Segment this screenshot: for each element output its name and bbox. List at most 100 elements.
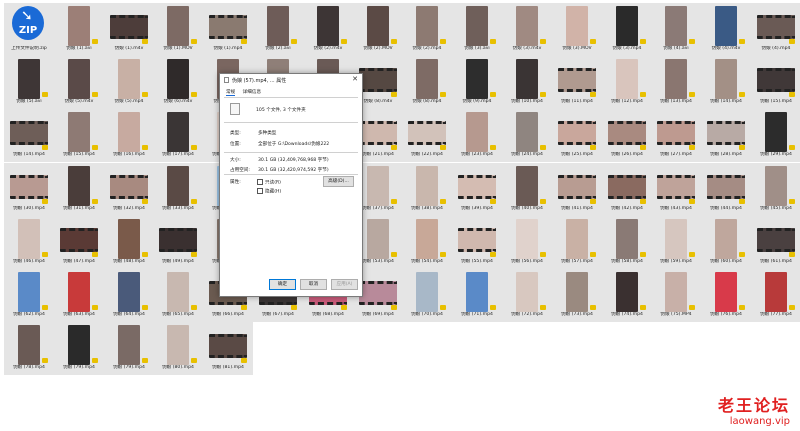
- file-item[interactable]: 伪娘 (46).mp4: [4, 216, 54, 269]
- video-thumbnail: [616, 219, 638, 259]
- video-thumbnail: [466, 59, 488, 99]
- file-item[interactable]: 伪娘 (64).mp4: [104, 269, 154, 322]
- file-item[interactable]: 伪娘 (14).mp4: [4, 109, 54, 162]
- advanced-button[interactable]: 高级(D)...: [323, 176, 354, 187]
- file-item[interactable]: 伪娘 (1).mp4: [203, 3, 253, 56]
- file-item[interactable]: 伪娘 (49).mp4: [153, 216, 203, 269]
- file-item[interactable]: 伪娘 (42).mp4: [602, 163, 652, 216]
- ok-button[interactable]: 确定: [269, 279, 296, 290]
- file-item[interactable]: 伪娘 (31).mp4: [54, 163, 104, 216]
- file-name: 伪娘 (74).mp4: [611, 312, 643, 317]
- file-item[interactable]: 伪娘 (2).m4v: [303, 3, 353, 56]
- file-item[interactable]: 伪娘 (5).avi: [4, 56, 54, 109]
- file-item[interactable]: 伪娘 (57).mp4: [552, 216, 602, 269]
- file-item[interactable]: 伪娘 (81).mp4: [203, 322, 253, 375]
- file-item[interactable]: 伪娘 (41).mp4: [552, 163, 602, 216]
- file-item[interactable]: 伪娘 (71).mp4: [452, 269, 502, 322]
- file-item[interactable]: 伪娘 (8).mp4: [402, 56, 452, 109]
- file-item[interactable]: 伪娘 (79).mp4: [54, 322, 104, 375]
- file-item[interactable]: 伪娘 (16).mp4: [104, 109, 154, 162]
- file-item[interactable]: 伪娘 (55).mp4: [452, 216, 502, 269]
- file-item[interactable]: 伪娘 (45).mp4: [751, 163, 800, 216]
- file-item[interactable]: 伪娘 (1).m4v: [104, 3, 154, 56]
- file-name: 伪娘 (55).mp4: [461, 259, 493, 264]
- file-item[interactable]: 伪娘 (24).mp4: [502, 109, 552, 162]
- file-item[interactable]: 伪娘 (47).mp4: [54, 216, 104, 269]
- file-item[interactable]: 伪娘 (5).mp4: [104, 56, 154, 109]
- file-item[interactable]: 伪娘 (13).mp4: [651, 56, 701, 109]
- file-item[interactable]: 伪娘 (3).m4v: [502, 3, 552, 56]
- file-item[interactable]: 伪娘 (3).MOV: [552, 3, 602, 56]
- file-item[interactable]: 伪娘 (56).mp4: [502, 216, 552, 269]
- file-item[interactable]: 伪娘 (9).mp4: [452, 56, 502, 109]
- file-item[interactable]: 伪娘 (17).mp4: [153, 109, 203, 162]
- file-item[interactable]: 伪娘 (25).mp4: [552, 109, 602, 162]
- file-item[interactable]: 伪娘 (10).mp4: [502, 56, 552, 109]
- tab-details[interactable]: 详细信息: [243, 90, 261, 95]
- close-icon[interactable]: ✕: [352, 75, 358, 83]
- file-item[interactable]: 伪娘 (76).mp4: [701, 269, 751, 322]
- file-item[interactable]: 伪娘 (60).mp4: [701, 216, 751, 269]
- file-item[interactable]: 伪娘 (12).mp4: [602, 56, 652, 109]
- file-item[interactable]: 伪娘 (62).mp4: [4, 269, 54, 322]
- file-item[interactable]: 伪娘 (23).mp4: [452, 109, 502, 162]
- file-item[interactable]: 伪娘 (75).MP4: [651, 269, 701, 322]
- file-item[interactable]: 伪娘 (3).mp4: [602, 3, 652, 56]
- file-name: 伪娘 (6).m4v: [163, 99, 193, 104]
- apply-button[interactable]: 应用(A): [331, 279, 358, 290]
- file-item[interactable]: 伪娘 (65).mp4: [153, 269, 203, 322]
- file-item[interactable]: 伪娘 (11).mp4: [552, 56, 602, 109]
- file-item[interactable]: 伪娘 (58).mp4: [602, 216, 652, 269]
- file-item[interactable]: 伪娘 (79).mp4: [104, 322, 154, 375]
- file-item[interactable]: 伪娘 (14).mp4: [701, 56, 751, 109]
- file-item[interactable]: 伪娘 (2).mp4: [402, 3, 452, 56]
- checkbox-box[interactable]: [257, 179, 263, 185]
- file-item[interactable]: 伪娘 (43).mp4: [651, 163, 701, 216]
- hidden-checkbox[interactable]: 隐藏(H): [257, 188, 281, 195]
- file-item[interactable]: 伪娘 (63).mp4: [54, 269, 104, 322]
- file-item[interactable]: 伪娘 (2).avi: [253, 3, 303, 56]
- file-item[interactable]: 伪娘 (48).mp4: [104, 216, 154, 269]
- file-item[interactable]: 伪娘 (22).mp4: [402, 109, 452, 162]
- file-item[interactable]: 伪娘 (6).m4v: [153, 56, 203, 109]
- file-item[interactable]: 伪娘 (4).m4v: [701, 3, 751, 56]
- file-item[interactable]: 伪娘 (59).mp4: [651, 216, 701, 269]
- file-item[interactable]: 伪娘 (27).mp4: [651, 109, 701, 162]
- file-item[interactable]: 伪娘 (32).mp4: [104, 163, 154, 216]
- file-name: 伪娘 (44).mp4: [710, 206, 742, 211]
- file-item[interactable]: 伪娘 (1).MOV: [153, 3, 203, 56]
- file-item[interactable]: 伪娘 (4).mp4: [751, 3, 800, 56]
- file-item[interactable]: 伪娘 (33).mp4: [153, 163, 203, 216]
- tab-general[interactable]: 常规: [226, 90, 236, 96]
- file-item[interactable]: 伪娘 (39).mp4: [452, 163, 502, 216]
- file-item[interactable]: 伪娘 (77).mp4: [751, 269, 800, 322]
- readonly-checkbox[interactable]: 只读(R): [257, 179, 281, 186]
- file-item[interactable]: 伪娘 (15).mp4: [751, 56, 800, 109]
- file-item[interactable]: 伪娘 (5).m4v: [54, 56, 104, 109]
- file-item[interactable]: 伪娘 (44).mp4: [701, 163, 751, 216]
- file-item[interactable]: ➘ ZIP 上传文件说明.zip: [4, 3, 54, 56]
- file-item[interactable]: 伪娘 (3).avi: [452, 3, 502, 56]
- file-item[interactable]: 伪娘 (40).mp4: [502, 163, 552, 216]
- file-item[interactable]: 伪娘 (1).avi: [54, 3, 104, 56]
- file-item[interactable]: 伪娘 (2).MOV: [353, 3, 403, 56]
- file-item[interactable]: 伪娘 (29).mp4: [751, 109, 800, 162]
- file-item[interactable]: 伪娘 (15).mp4: [54, 109, 104, 162]
- checkbox-box[interactable]: [257, 188, 263, 194]
- file-item[interactable]: 伪娘 (74).mp4: [602, 269, 652, 322]
- video-thumbnail: [765, 112, 787, 152]
- file-item[interactable]: 伪娘 (61).mp4: [751, 216, 800, 269]
- file-item[interactable]: 伪娘 (4).avi: [651, 3, 701, 56]
- dialog-titlebar[interactable]: 伪娘 (57).mp4, ... 属性 ✕: [220, 74, 362, 86]
- file-item[interactable]: 伪娘 (78).mp4: [4, 322, 54, 375]
- file-item[interactable]: 伪娘 (80).mp4: [153, 322, 203, 375]
- file-item[interactable]: 伪娘 (30).mp4: [4, 163, 54, 216]
- file-item[interactable]: 伪娘 (72).mp4: [502, 269, 552, 322]
- file-item[interactable]: 伪娘 (28).mp4: [701, 109, 751, 162]
- file-item[interactable]: 伪娘 (54).mp4: [402, 216, 452, 269]
- file-item[interactable]: 伪娘 (38).mp4: [402, 163, 452, 216]
- file-item[interactable]: 伪娘 (70).mp4: [402, 269, 452, 322]
- cancel-button[interactable]: 取消: [300, 279, 327, 290]
- file-item[interactable]: 伪娘 (26).mp4: [602, 109, 652, 162]
- file-item[interactable]: 伪娘 (73).mp4: [552, 269, 602, 322]
